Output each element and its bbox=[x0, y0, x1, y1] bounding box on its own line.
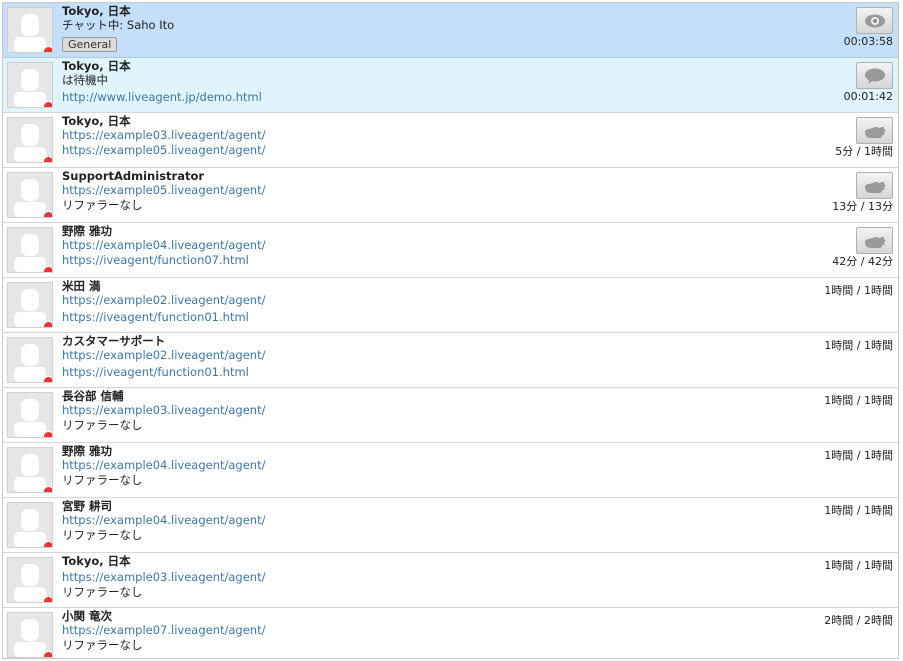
elapsed-time: 00:01:42 bbox=[843, 90, 893, 103]
status-dot-icon bbox=[43, 156, 52, 162]
current-page-link[interactable]: https://example03.liveagent/agent/ bbox=[62, 128, 758, 143]
status-dot-icon bbox=[43, 541, 52, 547]
elapsed-time: 1時間 / 1時間 bbox=[824, 284, 893, 297]
visitor-row[interactable]: 宮野 耕司 https://example04.liveagent/agent/… bbox=[3, 498, 898, 553]
visitor-row[interactable]: Tokyo, 日本 は待機中 http://www.liveagent.jp/d… bbox=[3, 58, 898, 113]
current-page-link[interactable]: https://example04.liveagent/agent/ bbox=[62, 238, 758, 253]
chat-status-text: チャット中: Saho Ito bbox=[62, 18, 175, 32]
avatar bbox=[7, 7, 53, 53]
avatar bbox=[7, 282, 53, 328]
visitor-name: 野際 雅功 bbox=[62, 224, 113, 238]
avatar bbox=[7, 557, 53, 603]
referrer-text: リファラーなし bbox=[62, 585, 143, 599]
avatar bbox=[7, 227, 53, 273]
elapsed-time: 1時間 / 1時間 bbox=[824, 339, 893, 352]
current-page-link[interactable]: https://example02.liveagent/agent/ bbox=[62, 293, 758, 308]
visitor-name: SupportAdministrator bbox=[62, 169, 205, 183]
avatar bbox=[7, 117, 53, 163]
status-dot-icon bbox=[43, 46, 52, 52]
referrer-text: リファラーなし bbox=[62, 473, 143, 487]
referrer-text: リファラーなし bbox=[62, 418, 143, 432]
avatar bbox=[7, 502, 53, 548]
elapsed-time: 00:03:58 bbox=[843, 35, 893, 48]
visitor-list: Tokyo, 日本 チャット中: Saho Ito General 00:03:… bbox=[2, 2, 899, 659]
visitor-row[interactable]: Tokyo, 日本 https://example03.liveagent/ag… bbox=[3, 113, 898, 168]
current-page-link[interactable]: https://example03.liveagent/agent/ bbox=[62, 403, 758, 418]
status-dot-icon bbox=[43, 431, 52, 437]
visitor-row[interactable]: 米田 満 https://example02.liveagent/agent/ … bbox=[3, 278, 898, 333]
current-page-link[interactable]: https://example04.liveagent/agent/ bbox=[62, 513, 758, 528]
elapsed-time: 1時間 / 1時間 bbox=[824, 559, 893, 572]
chat-status-text: は待機中 bbox=[62, 73, 108, 87]
visitor-name: 宮野 耕司 bbox=[62, 499, 113, 513]
visitor-name: Tokyo, 日本 bbox=[62, 4, 131, 18]
visitor-name: Tokyo, 日本 bbox=[62, 114, 131, 128]
chat-bubble-icon bbox=[864, 68, 885, 84]
current-page-link[interactable]: https://example03.liveagent/agent/ bbox=[62, 570, 758, 585]
status-dot-icon bbox=[43, 651, 52, 657]
elapsed-time: 1時間 / 1時間 bbox=[824, 449, 893, 462]
status-dot-icon bbox=[43, 486, 52, 492]
current-page-link[interactable]: https://example05.liveagent/agent/ bbox=[62, 183, 758, 198]
avatar bbox=[7, 392, 53, 438]
visitor-name: 長谷部 信輔 bbox=[62, 389, 124, 403]
visitor-row[interactable]: 小関 竜次 https://example07.liveagent/agent/… bbox=[3, 608, 898, 658]
status-dot-icon bbox=[43, 321, 52, 327]
current-page-link[interactable]: https://example07.liveagent/agent/ bbox=[62, 623, 758, 638]
view-chat-button[interactable] bbox=[856, 7, 893, 34]
current-page-link[interactable]: https://example04.liveagent/agent/ bbox=[62, 458, 758, 473]
referrer-link[interactable]: https://iveagent/function01.html bbox=[62, 365, 758, 380]
invite-visitor-button[interactable] bbox=[856, 172, 893, 199]
visitor-row[interactable]: 野際 雅功 https://example04.liveagent/agent/… bbox=[3, 443, 898, 498]
referrer-text: リファラーなし bbox=[62, 528, 143, 542]
visitor-row[interactable]: カスタマーサポート https://example02.liveagent/ag… bbox=[3, 333, 898, 388]
referrer-link[interactable]: https://example05.liveagent/agent/ bbox=[62, 143, 758, 158]
current-page-link[interactable]: http://www.liveagent.jp/demo.html bbox=[62, 90, 758, 105]
referrer-link[interactable]: https://iveagent/function07.html bbox=[62, 253, 758, 268]
visitor-row[interactable]: SupportAdministrator https://example05.l… bbox=[3, 168, 898, 223]
referrer-text: リファラーなし bbox=[62, 198, 143, 212]
elapsed-time: 13分 / 13分 bbox=[832, 200, 893, 213]
visitor-name: カスタマーサポート bbox=[62, 334, 166, 348]
hand-icon bbox=[864, 181, 885, 193]
avatar bbox=[7, 447, 53, 493]
invite-visitor-button[interactable] bbox=[856, 227, 893, 254]
visitor-name: Tokyo, 日本 bbox=[62, 554, 131, 568]
status-dot-icon bbox=[43, 211, 52, 217]
visitor-name: Tokyo, 日本 bbox=[62, 59, 131, 73]
avatar bbox=[7, 172, 53, 218]
avatar bbox=[7, 337, 53, 383]
current-page-link[interactable]: https://example02.liveagent/agent/ bbox=[62, 348, 758, 363]
status-dot-icon bbox=[43, 376, 52, 382]
department-tag: General bbox=[62, 37, 118, 52]
elapsed-time: 42分 / 42分 bbox=[832, 255, 893, 268]
status-dot-icon bbox=[43, 596, 52, 602]
visitor-name: 野際 雅功 bbox=[62, 444, 113, 458]
status-dot-icon bbox=[43, 266, 52, 272]
invite-visitor-button[interactable] bbox=[856, 117, 893, 144]
eye-icon bbox=[864, 14, 885, 28]
visitor-name: 米田 満 bbox=[62, 279, 101, 293]
accept-chat-button[interactable] bbox=[856, 62, 893, 89]
visitor-row[interactable]: Tokyo, 日本 https://example03.liveagent/ag… bbox=[3, 553, 898, 608]
hand-icon bbox=[864, 236, 885, 248]
visitor-row[interactable]: 長谷部 信輔 https://example03.liveagent/agent… bbox=[3, 388, 898, 443]
hand-icon bbox=[864, 126, 885, 138]
visitor-name: 小関 竜次 bbox=[62, 609, 113, 623]
elapsed-time: 1時間 / 1時間 bbox=[824, 504, 893, 517]
elapsed-time: 5分 / 1時間 bbox=[835, 145, 893, 158]
status-dot-icon bbox=[43, 101, 52, 107]
visitor-row[interactable]: 野際 雅功 https://example04.liveagent/agent/… bbox=[3, 223, 898, 278]
avatar bbox=[7, 62, 53, 108]
referrer-text: リファラーなし bbox=[62, 638, 143, 652]
referrer-link[interactable]: https://iveagent/function01.html bbox=[62, 310, 758, 325]
elapsed-time: 1時間 / 1時間 bbox=[824, 394, 893, 407]
avatar bbox=[7, 612, 53, 658]
visitor-row[interactable]: Tokyo, 日本 チャット中: Saho Ito General 00:03:… bbox=[3, 3, 898, 58]
elapsed-time: 2時間 / 2時間 bbox=[824, 614, 893, 627]
